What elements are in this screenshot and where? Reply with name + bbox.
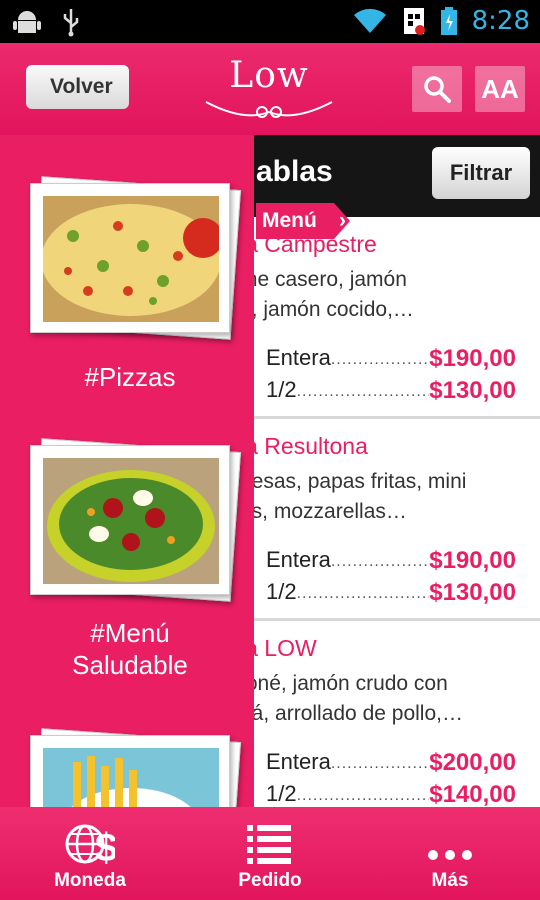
app-header: Volver Low AA <box>0 43 540 135</box>
item-name: la Resultona <box>240 433 368 459</box>
item-description: nesas, papas fritas, mini as, mozzarellas… <box>240 470 467 523</box>
price-row: 1/2................................$140,… <box>266 781 516 807</box>
photo-frame <box>30 445 230 595</box>
list-icon <box>247 825 291 864</box>
chevron-right-icon: › <box>339 209 346 232</box>
nav-currency[interactable]: $ Moneda <box>0 807 180 900</box>
nav-label: Más <box>431 870 469 891</box>
battery-icon <box>440 7 457 35</box>
bottom-navigation: $ Moneda Pedido Más <box>0 807 540 900</box>
android-debug-icon <box>13 11 41 33</box>
logo-text: Low <box>229 55 309 96</box>
nav-more[interactable]: Más <box>360 807 540 900</box>
price-row: Entera................................$2… <box>266 749 516 776</box>
drawer-item-label: #Menú Saludable <box>72 618 188 680</box>
nav-order[interactable]: Pedido <box>180 807 360 900</box>
item-description: me casero, jamón o, jamón cocido,… <box>240 268 414 321</box>
photo-frame <box>30 735 230 807</box>
item-description: toné, jamón crudo con eá, arrollado de po… <box>240 672 463 725</box>
logo-ornament <box>205 101 333 118</box>
svg-text:$: $ <box>95 826 115 867</box>
wifi-icon <box>353 8 386 33</box>
usb-icon <box>63 9 79 37</box>
search-button[interactable] <box>412 66 462 112</box>
filter-button[interactable]: Filtrar <box>432 147 530 199</box>
globe-dollar-icon: $ <box>65 824 115 867</box>
photo-frame <box>30 183 230 333</box>
nav-label: Pedido <box>238 870 302 891</box>
nav-label: Moneda <box>54 870 126 891</box>
clock: 8:28 <box>471 6 530 36</box>
salad-image <box>43 458 219 584</box>
drawer-item-label: #Pizzas <box>84 362 176 392</box>
font-size-button[interactable]: AA <box>475 66 525 112</box>
status-bar: 8:28 <box>0 0 540 43</box>
price-row: Entera................................$1… <box>266 547 516 574</box>
back-button[interactable]: Volver <box>26 65 129 109</box>
pizza-image <box>43 196 219 322</box>
search-icon <box>424 76 451 103</box>
app-logo: Low <box>204 53 334 127</box>
price-row: 1/2................................$130,… <box>266 579 516 606</box>
menu-tab[interactable]: Menú › <box>256 203 350 239</box>
food-image <box>43 748 219 807</box>
category-title: ablas <box>256 155 333 188</box>
price-row: 1/2................................$130,… <box>266 377 516 404</box>
sim-card-icon <box>403 8 425 35</box>
more-dots-icon <box>428 850 472 860</box>
category-drawer[interactable]: #Pizzas #Menú Saludable <box>0 135 254 807</box>
price-row: Entera................................$1… <box>266 345 516 372</box>
